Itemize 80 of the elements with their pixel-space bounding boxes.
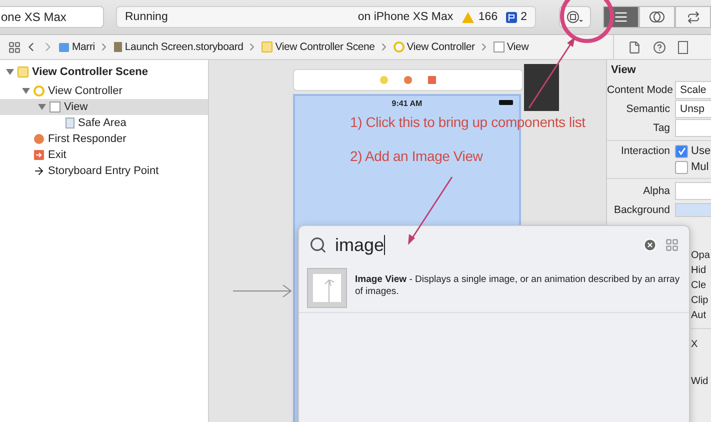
breadcrumb-item[interactable]: Marri bbox=[58, 41, 95, 53]
image-view-icon bbox=[307, 268, 347, 308]
checkbox[interactable] bbox=[675, 160, 688, 174]
arrow-icon bbox=[33, 165, 45, 177]
breadcrumb-item[interactable]: View bbox=[492, 41, 529, 53]
property-label: Hid bbox=[691, 265, 708, 278]
dark-block bbox=[524, 64, 559, 111]
search-icon bbox=[309, 236, 327, 254]
breadcrumb-item[interactable]: View Controller bbox=[392, 41, 475, 53]
checkbox-label: Mul bbox=[691, 161, 709, 173]
pointer-arrow bbox=[528, 37, 575, 108]
outline-item[interactable]: Safe Area bbox=[0, 115, 208, 131]
property-label: Wid bbox=[691, 376, 710, 389]
grid-icon[interactable] bbox=[665, 238, 679, 252]
document-icon bbox=[112, 41, 123, 53]
property-label: Semantic bbox=[625, 102, 671, 114]
view-icon bbox=[492, 41, 505, 53]
search-field[interactable]: image bbox=[335, 234, 635, 256]
annotation-text: 1) Click this to bring up components list bbox=[350, 114, 586, 130]
warning-count: 166 bbox=[478, 11, 498, 23]
property-label: Alpha bbox=[642, 184, 671, 196]
property-label: Interaction bbox=[620, 145, 671, 157]
disclosure-triangle-icon[interactable] bbox=[6, 68, 14, 76]
help-icon[interactable] bbox=[653, 40, 666, 54]
input-field[interactable] bbox=[675, 182, 711, 200]
outline-item[interactable]: View Controller Scene bbox=[0, 64, 208, 80]
outline-item[interactable]: Exit bbox=[0, 147, 208, 163]
input-field[interactable] bbox=[675, 118, 711, 136]
library-item[interactable]: Image View - Displays a single image, or an animation described by an array of images. bbox=[299, 264, 689, 313]
identity-icon[interactable] bbox=[678, 40, 688, 54]
editor-mode-button[interactable] bbox=[675, 6, 711, 28]
scheme-selector[interactable]: one XS Max bbox=[0, 6, 104, 28]
arrows-icon bbox=[686, 10, 700, 24]
battery-icon bbox=[499, 100, 513, 105]
circles-icon bbox=[649, 10, 665, 24]
property-label: Opa bbox=[691, 250, 711, 263]
library-icon bbox=[566, 10, 584, 24]
status-time: 9:41 AM bbox=[392, 98, 422, 108]
property-label: Tag bbox=[652, 122, 671, 134]
color-swatch[interactable] bbox=[675, 203, 711, 217]
property-label: X bbox=[691, 339, 699, 352]
outline-item[interactable]: Storyboard Entry Point bbox=[0, 163, 208, 179]
checkbox[interactable] bbox=[675, 144, 688, 158]
exit-icon[interactable] bbox=[427, 75, 437, 85]
folder-icon bbox=[58, 41, 70, 53]
property-label: Aut bbox=[691, 310, 708, 323]
controller-icon bbox=[392, 41, 405, 53]
pointer-arrow bbox=[408, 176, 453, 245]
checkbox-label: Use bbox=[691, 145, 711, 157]
file-icon[interactable] bbox=[628, 40, 641, 54]
breadcrumb-item[interactable]: Launch Screen.storyboard bbox=[112, 41, 244, 53]
view-icon bbox=[49, 101, 61, 113]
outline-item[interactable]: First Responder bbox=[0, 131, 208, 147]
grid-icon[interactable] bbox=[8, 40, 21, 54]
entry-arrow bbox=[233, 285, 293, 297]
property-label: Cle bbox=[691, 280, 708, 293]
scene-icon bbox=[17, 66, 29, 78]
scene-icon bbox=[261, 41, 274, 53]
item-description: Image View - Displays a single image, or an animation described by an array of images. bbox=[355, 273, 681, 299]
clear-icon[interactable] bbox=[643, 238, 657, 252]
popup-button[interactable]: Scale bbox=[675, 80, 711, 98]
destination-text: on iPhone XS Max bbox=[358, 11, 454, 23]
editor-mode-button[interactable] bbox=[639, 6, 675, 28]
property-label: Clip bbox=[691, 295, 710, 308]
annotation-text: 2) Add an Image View bbox=[350, 148, 483, 164]
outline-item[interactable]: View Controller bbox=[0, 83, 208, 99]
issue-icon bbox=[506, 12, 517, 22]
property-label: Background bbox=[612, 204, 671, 216]
controller-icon bbox=[33, 85, 45, 97]
breadcrumb-item[interactable]: View Controller Scene bbox=[261, 41, 375, 53]
status-text: Running bbox=[125, 11, 168, 23]
warning-icon bbox=[462, 12, 474, 22]
exit-icon bbox=[33, 149, 45, 161]
outline-item[interactable]: View bbox=[0, 99, 208, 115]
safe-area-icon bbox=[65, 117, 75, 129]
section-title: View bbox=[610, 64, 637, 78]
issue-count: 2 bbox=[520, 11, 527, 23]
lines-icon bbox=[614, 10, 628, 24]
popup-button[interactable]: Unsp bbox=[675, 100, 711, 118]
property-label: Content Mode bbox=[607, 84, 674, 96]
